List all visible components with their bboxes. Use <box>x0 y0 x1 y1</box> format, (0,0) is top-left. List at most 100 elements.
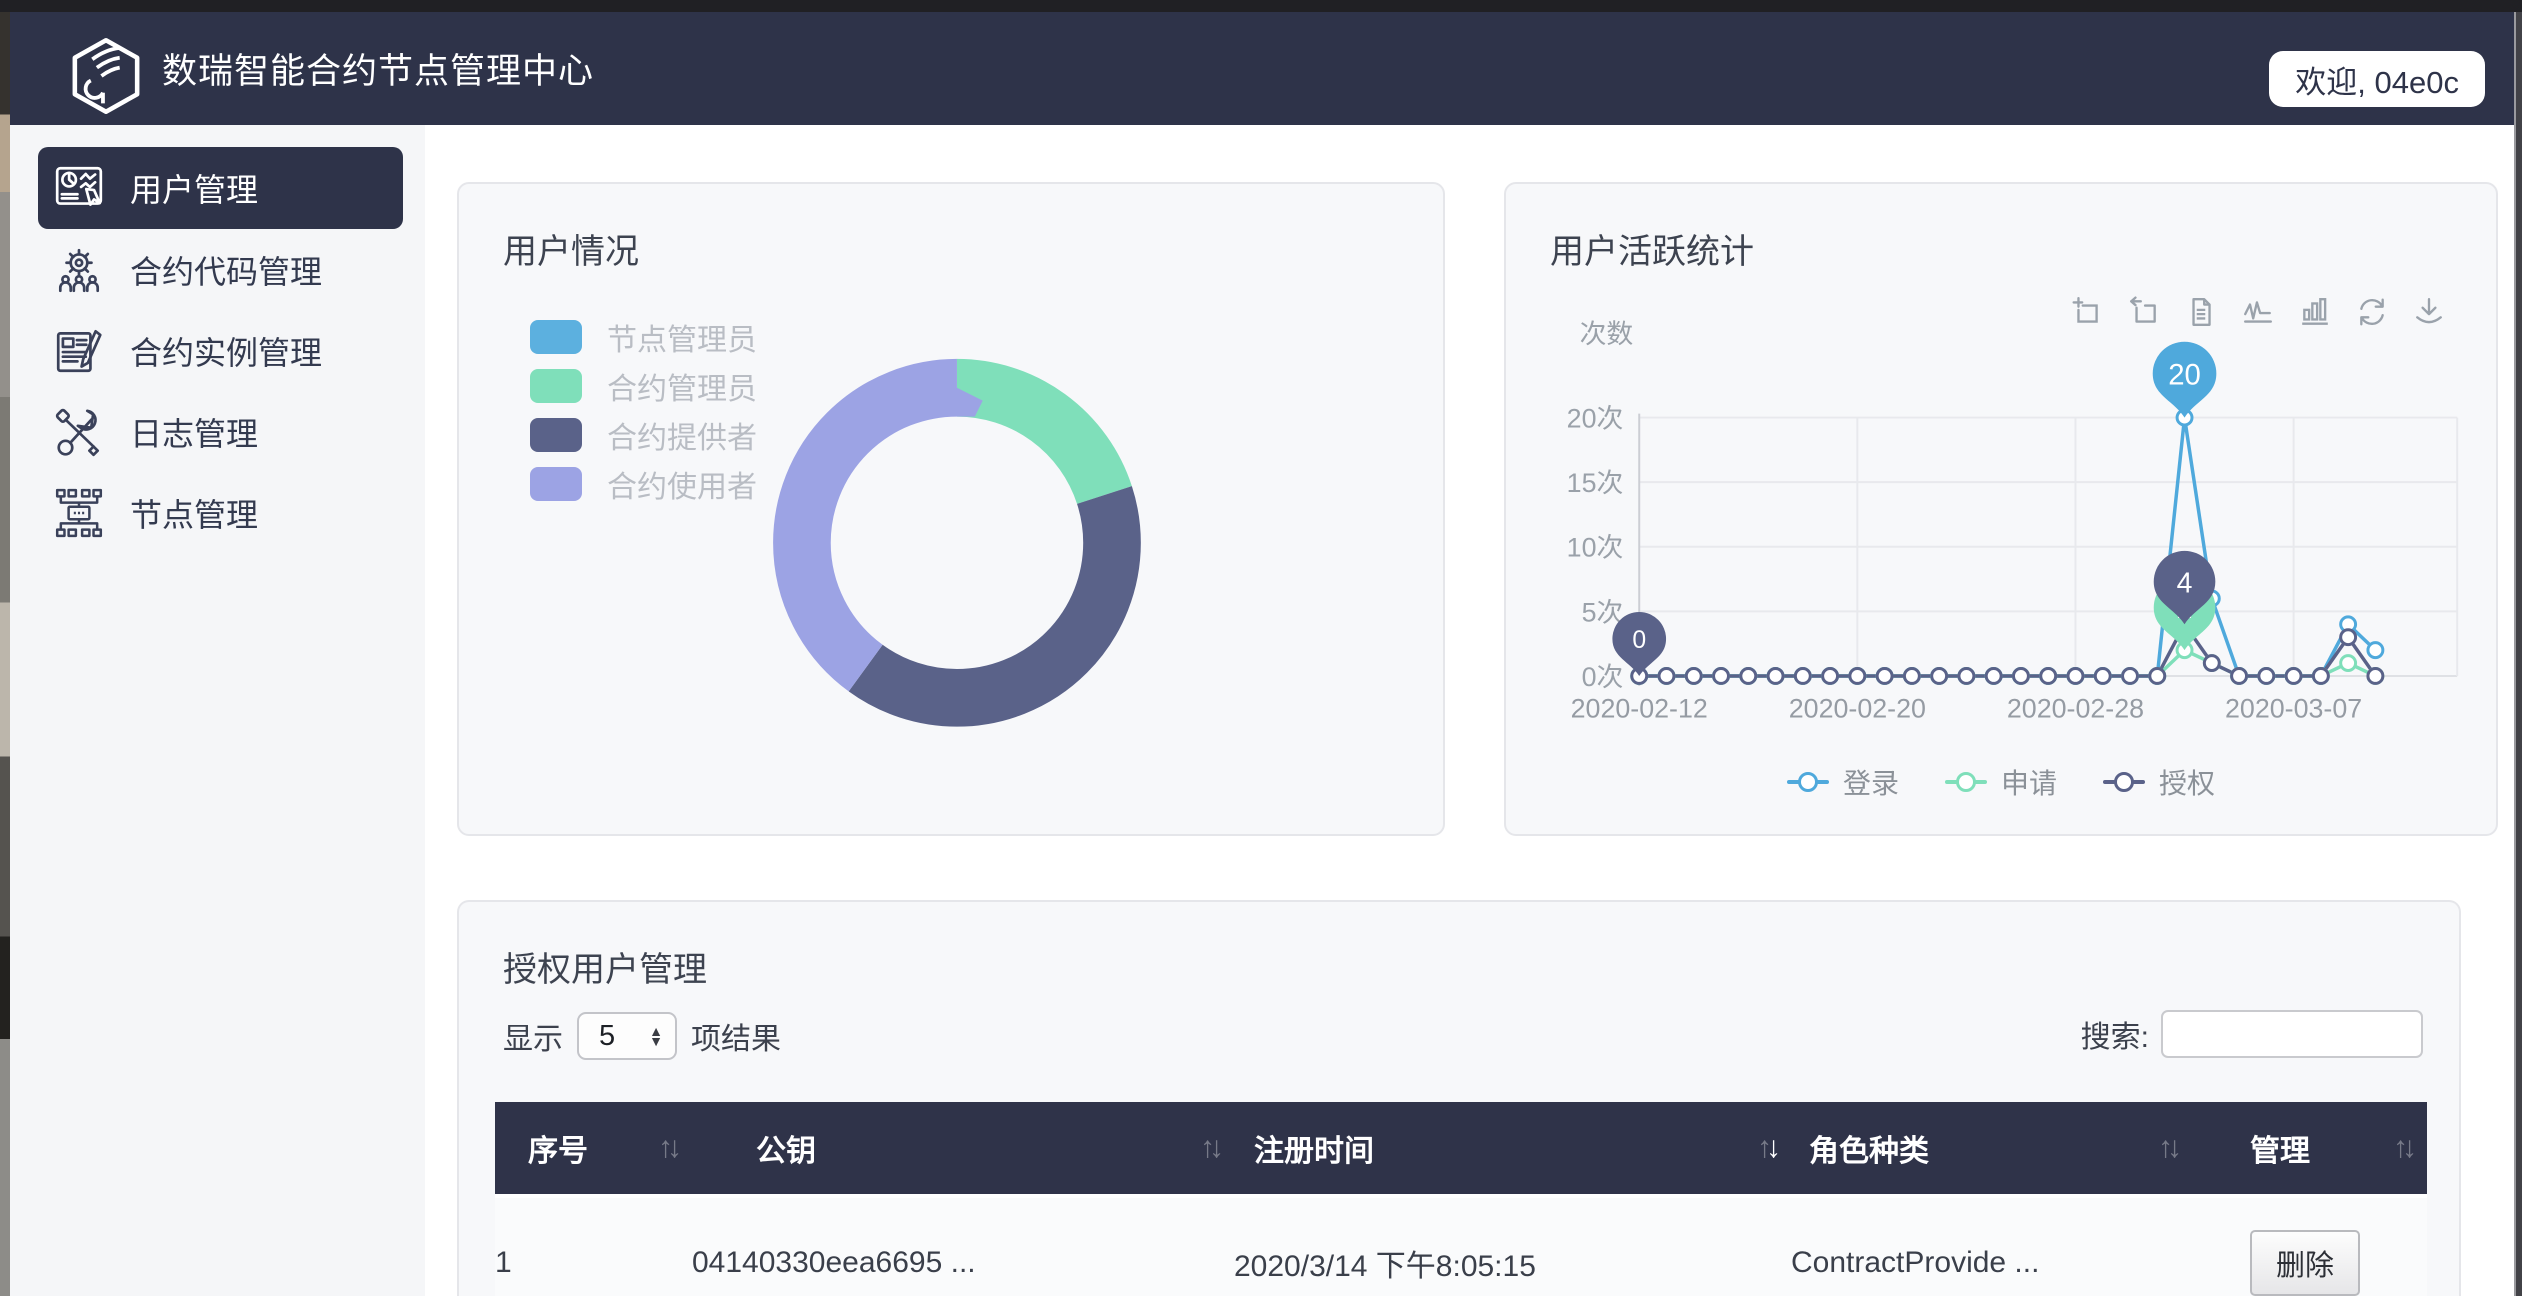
log-management-icon <box>52 405 106 459</box>
chart-data-point <box>2313 669 2328 684</box>
line-chart-legend: 登录 申请 授权 <box>1506 762 2496 802</box>
chart-data-point <box>1741 669 1756 684</box>
chart-data-point <box>2150 669 2165 684</box>
chart-data-point <box>1823 669 1838 684</box>
chart-data-point <box>2123 669 2138 684</box>
column-header-public-key[interactable]: 公钥↑↓ <box>692 1102 1234 1196</box>
chart-data-point <box>2259 669 2274 684</box>
activity-line-chart: 0次5次10次15次20次次数2020-02-122020-02-202020-… <box>1506 184 2496 834</box>
authorized-users-table: 序号↑↓ 公钥↑↓ 注册时间↑↓ 角色种类↑↓ 管理↑↓ 1 04140330e… <box>495 1102 2427 1296</box>
cell-role: ContractProvide ... <box>1791 1196 2192 1296</box>
show-label: 显示 <box>503 1014 563 1058</box>
page-size-control: 显示 5 ▲▼ 项结果 <box>503 1012 781 1060</box>
svg-text:2020-02-12: 2020-02-12 <box>1571 694 1708 724</box>
user-situation-card: 用户情况 节点管理员 合约管理员 合约提供者 合约使用者 <box>457 182 1445 836</box>
chart-data-point <box>1714 669 1729 684</box>
sidebar-item-node-management[interactable]: 节点管理 <box>38 473 403 553</box>
chart-data-point <box>1768 669 1783 684</box>
column-header-seq[interactable]: 序号↑↓ <box>495 1102 692 1196</box>
column-header-role[interactable]: 角色种类↑↓ <box>1791 1102 2192 1196</box>
sidebar: 用户管理 合约代码管理 <box>10 125 425 1296</box>
chart-data-point <box>1932 669 1947 684</box>
app-logo-icon <box>68 36 144 116</box>
card-title: 授权用户管理 <box>503 942 707 991</box>
svg-text:15次: 15次 <box>1567 468 1624 498</box>
sidebar-item-label: 日志管理 <box>130 409 258 455</box>
legend-item[interactable]: 申请 <box>1945 762 2057 802</box>
sort-icon: ↑↓ <box>2158 1131 2176 1165</box>
sort-icon: ↑↓ <box>658 1131 676 1165</box>
legend-item[interactable]: 登录 <box>1787 762 1899 802</box>
legend-marker-icon <box>1787 780 1829 784</box>
legend-marker-icon <box>1945 780 1987 784</box>
authorized-users-card: 授权用户管理 显示 5 ▲▼ 项结果 搜索: 序号↑↓ 公钥↑↓ 注册时间↑↓ <box>457 900 2461 1296</box>
svg-text:4: 4 <box>2177 567 2193 599</box>
chart-data-point <box>2204 656 2219 671</box>
sidebar-item-contract-instance[interactable]: 合约实例管理 <box>38 311 403 391</box>
svg-text:0: 0 <box>1632 627 1646 654</box>
chart-data-point <box>1877 669 1892 684</box>
sidebar-item-contract-code[interactable]: 合约代码管理 <box>38 230 403 310</box>
contract-instance-icon <box>52 324 106 378</box>
sidebar-item-label: 合约代码管理 <box>130 247 322 293</box>
sort-icon: ↑↓ <box>2393 1131 2411 1165</box>
chart-data-point <box>1850 669 1865 684</box>
chart-data-point <box>2041 669 2056 684</box>
chart-data-point <box>2013 669 2028 684</box>
chart-data-point <box>2341 656 2356 671</box>
node-management-icon <box>52 486 106 540</box>
search-input[interactable] <box>2161 1010 2423 1058</box>
svg-text:2020-02-28: 2020-02-28 <box>2007 694 2144 724</box>
window-right-edge <box>2514 12 2522 1296</box>
table-row: 1 04140330eea6695 ... 2020/3/14 下午8:05:1… <box>495 1196 2427 1296</box>
app-title: 数瑞智能合约节点管理中心 <box>162 12 594 125</box>
chart-data-point <box>2095 669 2110 684</box>
sidebar-item-label: 节点管理 <box>130 490 258 536</box>
chart-data-point <box>2232 669 2247 684</box>
column-header-manage[interactable]: 管理↑↓ <box>2192 1102 2427 1196</box>
chart-mark-pin: 20 <box>2153 342 2217 418</box>
page-size-select[interactable]: 5 ▲▼ <box>577 1012 677 1060</box>
chart-data-point <box>2368 643 2383 658</box>
select-arrows-icon: ▲▼ <box>649 1026 663 1046</box>
legend-item[interactable]: 授权 <box>2103 762 2215 802</box>
app-header: 数瑞智能合约节点管理中心 欢迎, 04e0c <box>10 12 2514 125</box>
donut-chart <box>459 184 1443 834</box>
sort-icon: ↑↓ <box>1757 1131 1775 1165</box>
svg-text:2020-03-07: 2020-03-07 <box>2225 694 2362 724</box>
desktop-edge-left <box>0 12 10 1296</box>
cell-register-time: 2020/3/14 下午8:05:15 <box>1234 1196 1791 1296</box>
welcome-button[interactable]: 欢迎, 04e0c <box>2269 51 2485 107</box>
window-top-edge <box>0 0 2522 12</box>
svg-text:次数: 次数 <box>1580 319 1634 349</box>
user-activity-card: 用户活跃统计 <box>1504 182 2498 836</box>
svg-text:20次: 20次 <box>1567 404 1624 434</box>
sidebar-item-label: 合约实例管理 <box>130 328 322 374</box>
chart-data-point <box>2368 669 2383 684</box>
cell-manage: 删除 <box>2192 1196 2427 1296</box>
search-label: 搜索: <box>2081 1012 2149 1056</box>
chart-data-point <box>1686 669 1701 684</box>
chart-data-point <box>1795 669 1810 684</box>
delete-button[interactable]: 删除 <box>2250 1230 2360 1296</box>
svg-text:20: 20 <box>2168 359 2201 392</box>
svg-text:0次: 0次 <box>1582 662 1624 692</box>
sidebar-item-label: 用户管理 <box>130 165 258 211</box>
svg-text:10次: 10次 <box>1567 533 1624 563</box>
chart-data-point <box>2286 669 2301 684</box>
chart-data-point <box>1904 669 1919 684</box>
sidebar-item-log-management[interactable]: 日志管理 <box>38 392 403 472</box>
column-header-register-time[interactable]: 注册时间↑↓ <box>1234 1102 1791 1196</box>
chart-data-point <box>2068 669 2083 684</box>
cell-public-key: 04140330eea6695 ... <box>692 1196 1234 1296</box>
chart-data-point <box>2341 630 2356 645</box>
results-label: 项结果 <box>691 1014 781 1058</box>
sidebar-item-user-management[interactable]: 用户管理 <box>38 147 403 229</box>
svg-text:5次: 5次 <box>1582 597 1624 627</box>
contract-code-icon <box>52 243 106 297</box>
legend-marker-icon <box>2103 780 2145 784</box>
chart-data-point <box>1986 669 2001 684</box>
cell-seq: 1 <box>495 1196 692 1296</box>
sort-icon: ↑↓ <box>1200 1131 1218 1165</box>
user-management-icon <box>52 161 106 215</box>
